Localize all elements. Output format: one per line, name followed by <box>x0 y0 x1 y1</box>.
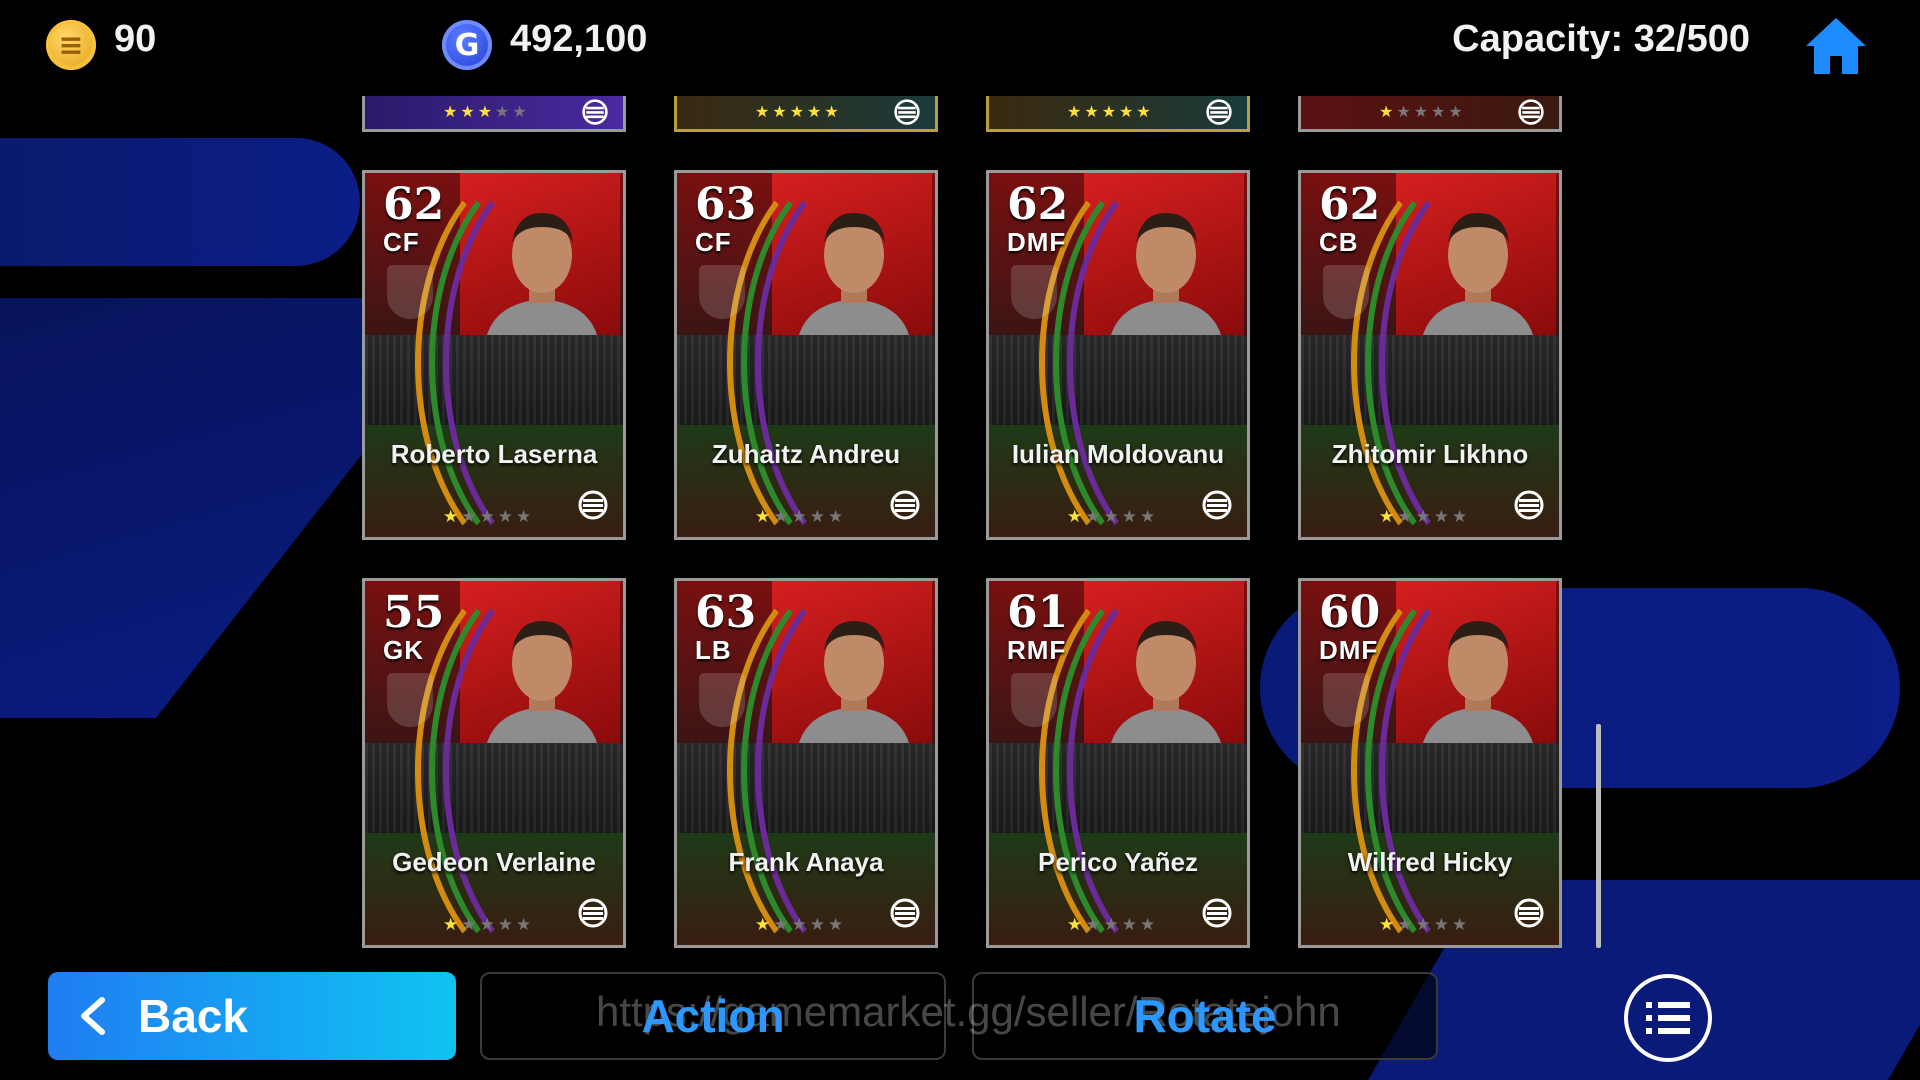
player-position: CB <box>1319 227 1359 257</box>
star-rating: ★★★★★ <box>443 915 535 934</box>
player-name: Perico Yañez <box>1038 847 1198 877</box>
club-shield-icon <box>1323 673 1369 727</box>
scrollbar[interactable] <box>1596 724 1601 948</box>
club-shield-icon <box>387 673 433 727</box>
partial-player-card[interactable]: ★★★★★ <box>1298 96 1562 132</box>
player-card[interactable]: 60 DMF Wilfred Hicky ★★★★★ <box>1298 578 1562 948</box>
ecoin-count: 90 <box>114 18 157 60</box>
star-rating: ★★★★★ <box>443 104 530 121</box>
rotate-button[interactable]: Rotate <box>972 972 1438 1060</box>
player-position: RMF <box>1007 635 1067 665</box>
player-position: DMF <box>1319 635 1379 665</box>
player-card[interactable]: 62 CB Zhitomir Likhno ★★★★★ <box>1298 170 1562 540</box>
top-bar: ≡ 90 G 492,100 Capacity: 32/500 <box>0 0 1920 96</box>
player-card[interactable]: 63 LB Frank Anaya ★★★★★ <box>674 578 938 948</box>
player-position: CF <box>695 227 732 257</box>
player-name: Zhitomir Likhno <box>1331 439 1529 469</box>
action-button[interactable]: Action <box>480 972 946 1060</box>
efootball-logo-icon <box>582 99 608 125</box>
player-card[interactable]: 63 CF Zuhaitz Andreu ★★★★★ <box>674 170 938 540</box>
player-name: Iulian Moldovanu <box>1011 439 1225 469</box>
player-rating: 55 <box>383 587 445 638</box>
efootball-logo-icon <box>1518 99 1544 125</box>
player-name: Wilfred Hicky <box>1347 847 1513 877</box>
player-rating: 62 <box>383 179 445 230</box>
club-shield-icon <box>1011 673 1057 727</box>
partial-player-card[interactable]: ★★★★★ <box>674 96 938 132</box>
efootball-logo-icon <box>890 490 920 520</box>
player-rating: 62 <box>1007 179 1069 230</box>
efootball-logo-icon <box>578 490 608 520</box>
efootball-logo-icon <box>1514 490 1544 520</box>
partial-player-card[interactable]: ★★★★★ <box>362 96 626 132</box>
player-portrait <box>1111 621 1221 743</box>
player-rating: 63 <box>695 179 757 230</box>
star-rating: ★★★★★ <box>1379 915 1471 934</box>
player-card[interactable]: 61 RMF Perico Yañez ★★★★★ <box>986 578 1250 948</box>
player-name: Frank Anaya <box>728 847 884 877</box>
star-rating: ★★★★★ <box>755 507 847 526</box>
player-name: Zuhaitz Andreu <box>711 439 901 469</box>
star-rating: ★★★★★ <box>1067 104 1154 121</box>
star-rating: ★★★★★ <box>1379 104 1466 121</box>
star-rating: ★★★★★ <box>443 507 535 526</box>
efootball-logo-icon <box>890 898 920 928</box>
player-position: LB <box>695 635 732 665</box>
club-shield-icon <box>1323 265 1369 319</box>
player-card[interactable]: 62 DMF Iulian Moldovanu ★★★★★ <box>986 170 1250 540</box>
club-shield-icon <box>699 673 745 727</box>
player-rating: 60 <box>1319 587 1381 638</box>
list-icon <box>1646 1002 1690 1034</box>
star-rating: ★★★★★ <box>755 104 842 121</box>
player-name: Roberto Laserna <box>390 439 598 469</box>
efootball-logo-icon <box>1514 898 1544 928</box>
player-rating: 61 <box>1007 587 1069 638</box>
player-position: GK <box>383 635 424 665</box>
efootball-logo-icon <box>1202 898 1232 928</box>
star-rating: ★★★★★ <box>1067 507 1159 526</box>
player-name: Gedeon Verlaine <box>392 847 596 877</box>
ecoin-icon: ≡ <box>46 20 96 70</box>
home-icon[interactable] <box>1802 14 1870 78</box>
action-label: Action <box>641 990 785 1042</box>
list-menu-button[interactable] <box>1624 974 1712 1062</box>
capacity-label: Capacity: 32/500 <box>1452 18 1750 60</box>
player-portrait <box>1423 621 1533 743</box>
player-card[interactable]: 62 CF Roberto Laserna ★★★★★ <box>362 170 626 540</box>
efootball-logo-icon <box>894 99 920 125</box>
star-rating: ★★★★★ <box>1379 507 1471 526</box>
star-rating: ★★★★★ <box>755 915 847 934</box>
player-position: DMF <box>1007 227 1067 257</box>
efootball-logo-icon <box>1206 99 1232 125</box>
bg-decor-shape <box>0 138 360 266</box>
back-label: Back <box>138 990 248 1042</box>
player-portrait <box>799 213 909 335</box>
player-portrait <box>799 621 909 743</box>
club-shield-icon <box>387 265 433 319</box>
player-rating: 63 <box>695 587 757 638</box>
club-shield-icon <box>699 265 745 319</box>
player-position: CF <box>383 227 420 257</box>
player-portrait <box>487 621 597 743</box>
player-card[interactable]: 55 GK Gedeon Verlaine ★★★★★ <box>362 578 626 948</box>
efootball-logo-icon <box>1202 490 1232 520</box>
gp-icon: G <box>442 20 492 70</box>
star-rating: ★★★★★ <box>1067 915 1159 934</box>
player-portrait <box>1423 213 1533 335</box>
efootball-logo-icon <box>578 898 608 928</box>
rotate-label: Rotate <box>1133 990 1277 1042</box>
chevron-left-icon <box>81 997 105 1035</box>
player-rating: 62 <box>1319 179 1381 230</box>
partial-player-card[interactable]: ★★★★★ <box>986 96 1250 132</box>
player-portrait <box>487 213 597 335</box>
club-shield-icon <box>1011 265 1057 319</box>
gp-count: 492,100 <box>510 18 648 60</box>
player-portrait <box>1111 213 1221 335</box>
back-button[interactable]: Back <box>48 972 456 1060</box>
